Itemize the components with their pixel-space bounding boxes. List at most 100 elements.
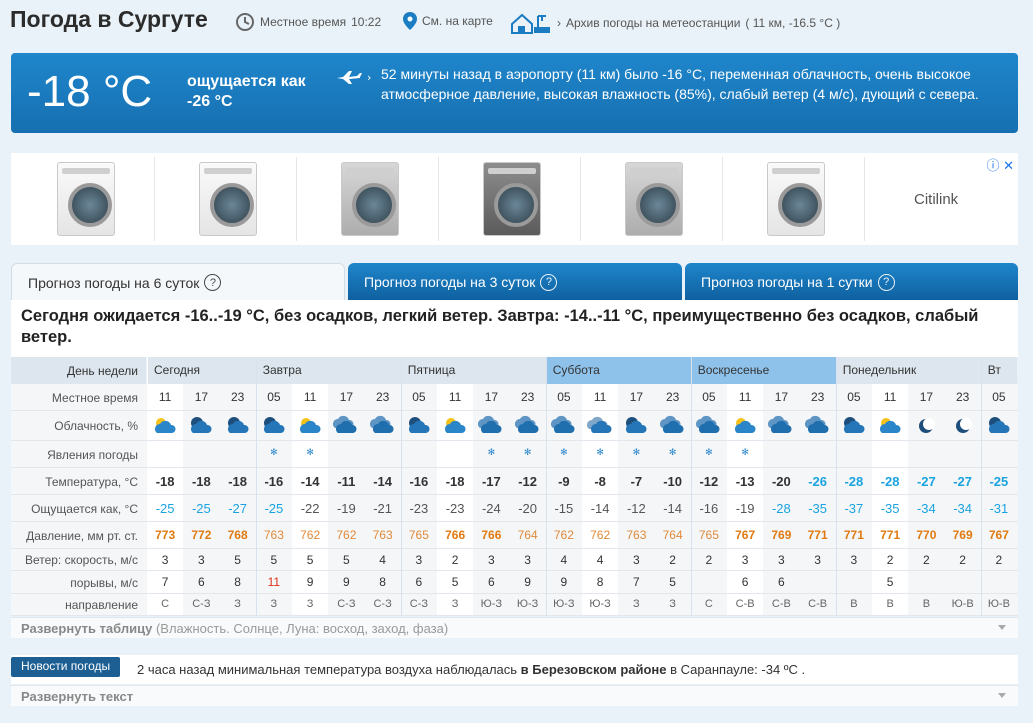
time-cell: 05 <box>847 390 861 404</box>
overcast-icon <box>587 416 612 433</box>
cloud-cell <box>618 415 654 440</box>
ad-product[interactable] <box>443 157 581 241</box>
cloud-cell <box>401 415 437 440</box>
cloudy-icon <box>804 415 829 433</box>
chevron-down-icon <box>998 625 1006 630</box>
temp-cell: -20 <box>771 474 791 489</box>
archive-link-label[interactable]: Архив погоды на метеостанции <box>566 16 740 30</box>
forecast-tabs: Прогноз погоды на 6 суток ? Прогноз пого… <box>11 263 1018 301</box>
tab-6-days[interactable]: Прогноз погоды на 6 суток ? <box>11 263 345 301</box>
tab-label: Прогноз погоды на 1 сутки <box>701 274 873 290</box>
row-label: Явления погоды <box>47 448 138 462</box>
expand-text-label[interactable]: Развернуть текст <box>21 689 133 704</box>
help-icon[interactable]: ? <box>204 274 222 291</box>
washing-machine-icon <box>56 162 115 236</box>
news-text-bold[interactable]: в Березовском районе <box>521 662 667 677</box>
row-divider <box>11 467 1018 468</box>
pressure-cell: 769 <box>771 528 792 542</box>
temp-cell: -18 <box>445 474 465 489</box>
ad-banner[interactable]: Citilink ⓘ ✕ <box>11 153 1018 245</box>
gust-cell: 7 <box>633 575 640 589</box>
cloud-cell <box>256 415 292 440</box>
partly-sunny-icon <box>880 418 901 433</box>
time-cell: 23 <box>955 390 970 404</box>
time-cell: 17 <box>484 390 499 404</box>
help-icon[interactable]: ? <box>540 273 558 291</box>
wind-cell: 2 <box>995 553 1003 567</box>
plane-icon: › <box>335 69 375 90</box>
gust-cell: 6 <box>741 575 749 589</box>
clear-night-icon <box>919 418 936 433</box>
ad-product[interactable] <box>159 157 297 241</box>
direction-cell: З <box>669 598 676 610</box>
cloud-cell <box>147 415 183 440</box>
ad-product[interactable] <box>585 157 723 241</box>
ad-brand[interactable]: Citilink <box>914 191 958 208</box>
map-link-label[interactable]: См. на карте <box>422 14 493 28</box>
feels-cell: -25 <box>264 501 284 516</box>
help-icon[interactable]: ? <box>877 273 895 291</box>
direction-cell: З <box>270 598 278 610</box>
local-time: Местное время 10:22 <box>235 12 381 32</box>
tab-3-days[interactable]: Прогноз погоды на 3 суток ? <box>348 263 682 301</box>
row-divider <box>11 615 1018 616</box>
wind-cell: 4 <box>560 553 568 567</box>
tab-label: Прогноз погоды на 3 суток <box>364 274 536 290</box>
ad-product[interactable] <box>301 157 439 241</box>
direction-cell: С-В <box>808 598 828 610</box>
direction-cell: Ю-В <box>951 598 974 610</box>
map-link[interactable]: См. на карте <box>403 12 493 30</box>
expand-table-label[interactable]: Развернуть таблицу <box>21 621 152 636</box>
direction-cell: В <box>922 598 931 610</box>
forecast-summary: Сегодня ожидается -16..-19 °C, без осадк… <box>11 300 1018 357</box>
ad-info-close[interactable]: ⓘ ✕ <box>986 155 1014 174</box>
feels-cell: -16 <box>699 501 719 516</box>
tab-1-day[interactable]: Прогноз погоды на 1 сутки ? <box>685 263 1018 301</box>
pressure-cell: 762 <box>300 528 321 542</box>
weather-news: Новости погоды 2 часа назад минимальная … <box>11 655 1018 684</box>
pressure-cell: 771 <box>880 528 901 542</box>
feels-cell: -23 <box>409 501 429 516</box>
archive-link[interactable]: › Архив погоды на метеостанции ( 11 км, … <box>510 12 840 34</box>
cloudy-night-icon <box>263 417 285 433</box>
feels-cell: -20 <box>518 501 538 516</box>
time-cell: 05 <box>992 390 1006 404</box>
gust-cell: 8 <box>379 575 386 589</box>
cloud-cell <box>836 415 872 440</box>
direction-cell: З <box>234 598 241 610</box>
row-divider <box>11 410 1018 411</box>
expand-text-button[interactable]: Развернуть текст <box>11 685 1018 706</box>
time-cell: 11 <box>883 390 897 404</box>
time-cell: 11 <box>738 390 752 404</box>
gust-cell: 5 <box>886 575 894 589</box>
local-time-label: Местное время <box>260 15 347 29</box>
feels-cell: -31 <box>989 501 1009 516</box>
day-header: Вт <box>980 357 1017 384</box>
ad-product[interactable] <box>17 157 155 241</box>
gust-cell: 6 <box>488 575 495 589</box>
direction-cell: С <box>161 598 170 610</box>
feels-cell: -15 <box>554 501 574 516</box>
snow-icon: ✻ <box>705 447 713 457</box>
wind-cell: 2 <box>959 553 966 567</box>
day-header: Завтра <box>255 357 401 384</box>
day-header: Сегодня <box>147 357 256 384</box>
temp-cell: -27 <box>916 474 936 489</box>
washing-machine-icon <box>482 162 541 236</box>
snow-icon: ✻ <box>741 447 749 457</box>
news-text: 2 часа назад минимальная температура воз… <box>137 662 805 677</box>
temp-cell: -8 <box>594 474 606 489</box>
cloud-cell <box>365 415 401 440</box>
temp-cell: -25 <box>989 474 1009 489</box>
news-tag[interactable]: Новости погоды <box>11 657 121 677</box>
time-cell: 23 <box>375 390 390 404</box>
wind-cell: 3 <box>198 553 205 567</box>
expand-table-button[interactable]: Развернуть таблицу (Влажность. Солнце, Л… <box>11 617 1018 638</box>
ad-product[interactable] <box>727 157 865 241</box>
expand-table-hint: (Влажность. Солнце, Луна: восход, заход,… <box>155 621 449 636</box>
row-label: Облачность, % <box>54 419 138 433</box>
wind-cell: 2 <box>669 553 676 567</box>
temp-cell: -18 <box>228 474 248 489</box>
time-cell: 17 <box>774 390 789 404</box>
time-cell: 05 <box>702 390 716 404</box>
